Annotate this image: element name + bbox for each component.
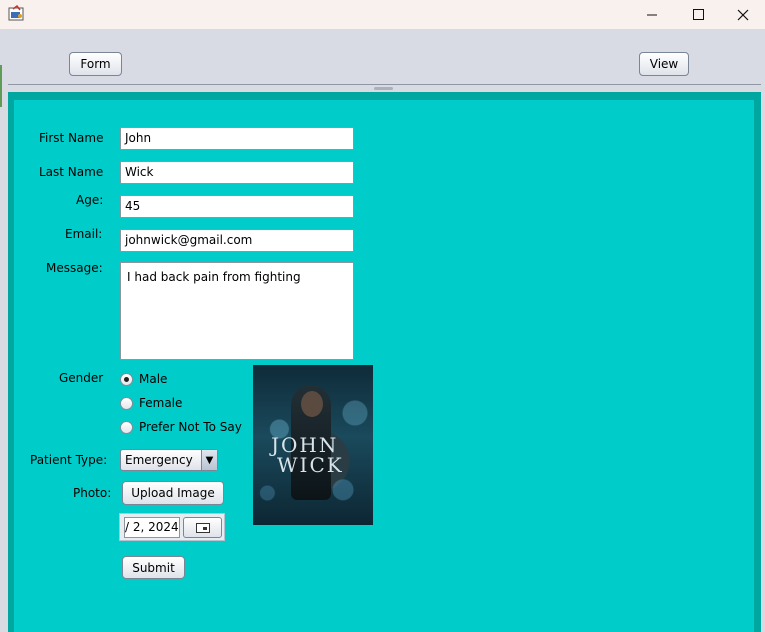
age-label: Age: <box>76 193 104 207</box>
gender-label: Gender <box>59 371 104 385</box>
gender-option-label: Male <box>139 372 168 386</box>
patient-type-label: Patient Type: <box>30 453 108 467</box>
minimize-button[interactable] <box>629 0 675 29</box>
close-icon <box>737 9 749 20</box>
last-name-label: Last Name <box>39 165 104 179</box>
gender-option-prefer-not-to-say[interactable]: Prefer Not To Say <box>120 418 242 436</box>
left-edge-strip <box>0 65 2 107</box>
gender-option-label: Female <box>139 396 183 410</box>
view-button[interactable]: View <box>639 52 689 76</box>
window-title-bar <box>0 0 765 29</box>
calendar-button[interactable] <box>183 517 222 538</box>
radio-unselected-icon[interactable] <box>120 396 133 410</box>
radio-selected-icon[interactable] <box>120 372 133 386</box>
age-field[interactable]: 45 <box>120 195 354 218</box>
email-field[interactable]: johnwick@gmail.com <box>120 229 354 252</box>
form-button[interactable]: Form <box>69 52 122 76</box>
patient-type-dropdown[interactable]: Emergency ▼ <box>120 449 218 471</box>
gender-option-female[interactable]: Female <box>120 394 182 412</box>
minimize-icon <box>646 14 657 16</box>
split-divider <box>8 84 761 85</box>
dropdown-arrow-icon[interactable]: ▼ <box>201 450 217 470</box>
split-divider-handle[interactable] <box>374 87 393 90</box>
message-textarea[interactable]: I had back pain from fighting <box>120 262 354 360</box>
first-name-label: First Name <box>39 131 104 145</box>
poster-title-line1: JOHN <box>271 433 339 457</box>
upload-image-button[interactable]: Upload Image <box>122 481 224 505</box>
poster-head <box>301 391 323 417</box>
radio-unselected-icon[interactable] <box>120 420 133 434</box>
java-app-icon <box>8 5 24 21</box>
last-name-field[interactable]: Wick <box>120 161 354 184</box>
date-field[interactable]: / 2, 2024 <box>124 517 180 538</box>
maximize-icon <box>692 9 704 20</box>
submit-button[interactable]: Submit <box>122 556 185 579</box>
email-label: Email: <box>65 227 103 241</box>
patient-type-value: Emergency <box>125 453 193 467</box>
gender-option-label: Prefer Not To Say <box>139 420 242 434</box>
date-picker: / 2, 2024 <box>119 513 225 541</box>
poster-title-line2: WICK <box>277 453 344 477</box>
message-label: Message: <box>46 261 103 275</box>
first-name-field[interactable]: John <box>120 127 354 150</box>
maximize-button[interactable] <box>675 0 721 29</box>
toolbar: Form View <box>0 29 765 107</box>
calendar-icon <box>195 522 210 533</box>
gender-option-male[interactable]: Male <box>120 370 167 388</box>
uploaded-photo-preview: JOHN WICK <box>253 365 373 525</box>
close-button[interactable] <box>720 0 765 29</box>
photo-label: Photo: <box>73 486 112 500</box>
